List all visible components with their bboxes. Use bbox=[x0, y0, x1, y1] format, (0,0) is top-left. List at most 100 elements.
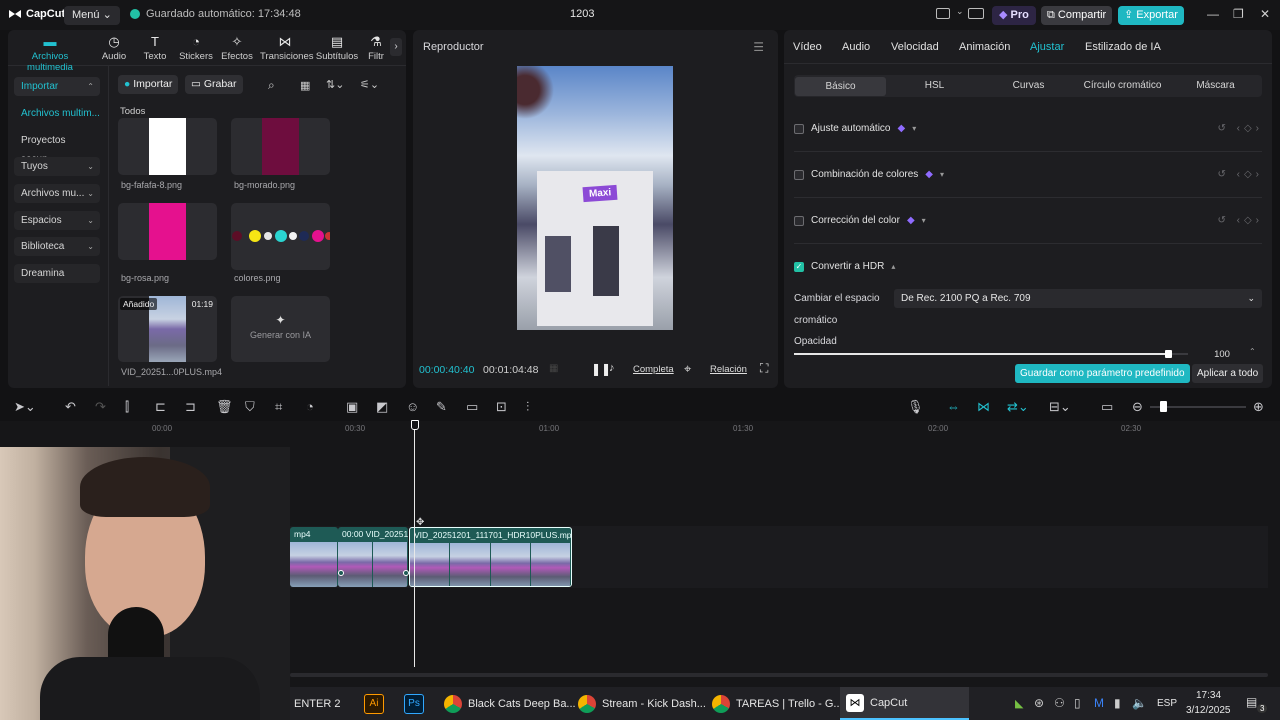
nav-spaces[interactable]: Espacios ⌄ bbox=[14, 211, 100, 230]
timeline-scrollbar[interactable] bbox=[290, 673, 1268, 677]
auto-adjust-checkbox[interactable] bbox=[794, 123, 804, 134]
notification-icon[interactable]: ▤ bbox=[1246, 695, 1257, 709]
speed-icon[interactable]: ◔ bbox=[306, 399, 314, 414]
video-clip-selected[interactable]: VID_20251201_111701_HDR10PLUS.mp4 bbox=[409, 527, 572, 587]
tab-media[interactable]: ▬ Archivos multimedia bbox=[9, 35, 91, 74]
color-space-select[interactable]: De Rec. 2100 PQ a Rec. 709 ⌄ bbox=[894, 289, 1262, 308]
media-item[interactable] bbox=[118, 118, 217, 175]
keyframe-controls[interactable]: ↺ ‹◇› bbox=[1217, 169, 1263, 180]
tab-audio-props[interactable]: Audio bbox=[842, 41, 870, 53]
tiktok-icon[interactable]: ♪ bbox=[609, 362, 615, 374]
record-button[interactable]: ▭ Grabar bbox=[185, 75, 243, 94]
import-button[interactable]: ● Importar bbox=[118, 75, 179, 94]
taskbar-photoshop[interactable]: Ps bbox=[398, 687, 430, 720]
media-item[interactable] bbox=[231, 118, 330, 175]
tray-icon-1[interactable]: ⊛ bbox=[1034, 696, 1044, 710]
tray-icon-3[interactable]: ▯ bbox=[1074, 696, 1081, 710]
video-preview[interactable]: Maxi bbox=[517, 66, 673, 330]
option-hdr[interactable]: ✓ Convertir a HDR ▴ bbox=[794, 261, 895, 272]
fit-icon[interactable]: ▭ bbox=[1101, 399, 1113, 415]
tool-icon-1[interactable]: ▣ bbox=[346, 399, 358, 415]
generate-ai-button[interactable]: ✦ Generar con IA bbox=[231, 296, 330, 362]
minimize-icon[interactable]: — bbox=[1207, 7, 1219, 21]
apply-all-button[interactable]: Aplicar a todo bbox=[1192, 364, 1264, 383]
transition-handle[interactable] bbox=[338, 570, 344, 576]
split-left-icon[interactable]: ⊏ bbox=[155, 399, 166, 415]
tab-subtitles[interactable]: ▤ Subtítulos bbox=[312, 35, 362, 63]
taskbar-chrome-2[interactable]: Stream - Kick Dash... bbox=[572, 687, 712, 720]
screenshot-icon[interactable]: ⌖ bbox=[684, 361, 691, 377]
tab-speed[interactable]: Velocidad bbox=[891, 41, 939, 53]
nav-media-files[interactable]: Archivos multim... bbox=[14, 104, 100, 123]
taskbar-illustrator[interactable]: Ai bbox=[358, 687, 390, 720]
subtab-mask[interactable]: Máscara bbox=[1170, 76, 1261, 96]
subtab-basic[interactable]: Básico bbox=[795, 77, 886, 96]
keyframe-controls[interactable]: ↺ ‹◇› bbox=[1217, 123, 1263, 134]
color-match-checkbox[interactable] bbox=[794, 169, 804, 180]
nav-library[interactable]: Biblioteca ⌄ bbox=[14, 237, 100, 256]
nav-secondary-projects[interactable]: Proyectos secun... bbox=[14, 131, 100, 165]
playhead-line[interactable] bbox=[414, 421, 415, 667]
layout-icon[interactable] bbox=[936, 8, 950, 19]
layout-dropdown-icon[interactable]: ⌄ bbox=[956, 6, 964, 17]
nav-import[interactable]: Importar ⌃ bbox=[14, 77, 100, 96]
subtab-hsl[interactable]: HSL bbox=[889, 76, 980, 96]
adjust-icon[interactable]: ⫶ bbox=[526, 399, 529, 415]
tool-icon-2[interactable]: ◩ bbox=[376, 399, 388, 415]
microphone-icon[interactable]: 🎙 bbox=[907, 399, 924, 415]
magnet-icon[interactable]: ⋈ bbox=[977, 399, 990, 415]
magic-icon[interactable]: ✎ bbox=[436, 399, 447, 415]
taskbar-chrome-3[interactable]: TAREAS | Trello - G... bbox=[706, 687, 849, 720]
project-title[interactable]: 1203 bbox=[570, 8, 594, 20]
split-icon[interactable]: ⫿ bbox=[125, 399, 129, 415]
subtab-curves[interactable]: Curvas bbox=[983, 76, 1074, 96]
select-cursor-icon[interactable]: ➤⌄ bbox=[14, 399, 36, 415]
preview-axis-icon[interactable]: ⊟⌄ bbox=[1049, 399, 1071, 415]
option-color-correction[interactable]: Corrección del color ◆ ▾ bbox=[794, 215, 926, 226]
keyframe-controls[interactable]: ↺ ‹◇› bbox=[1217, 215, 1263, 226]
mark-icon[interactable]: ⛉ bbox=[245, 399, 255, 415]
person-icon[interactable]: ☺ bbox=[406, 399, 419, 414]
delete-icon[interactable]: 🗑 bbox=[216, 399, 233, 415]
link-main-track-icon[interactable]: ⇔ bbox=[947, 399, 960, 414]
nav-dreamina[interactable]: Dreamina bbox=[14, 264, 100, 283]
opacity-slider[interactable] bbox=[794, 353, 1188, 355]
tab-transitions[interactable]: ⋈ Transiciones bbox=[260, 35, 314, 63]
video-clip[interactable]: mp4 bbox=[290, 527, 338, 587]
playhead-handle[interactable] bbox=[411, 420, 419, 430]
tab-ai-stylize[interactable]: Estilizado de IA bbox=[1085, 41, 1161, 53]
restore-icon[interactable]: ❐ bbox=[1233, 7, 1244, 21]
opacity-value[interactable]: 100 bbox=[1200, 347, 1244, 360]
export-button[interactable]: ⇪ Exportar bbox=[1118, 6, 1184, 25]
option-auto-adjust[interactable]: Ajuste automático ◆ ▾ bbox=[794, 123, 916, 134]
taskbar-chrome-1[interactable]: Black Cats Deep Ba... bbox=[438, 687, 582, 720]
taskbar-item[interactable]: ENTER 2 bbox=[288, 687, 346, 720]
subtab-color-wheel[interactable]: Círculo cromático bbox=[1075, 76, 1170, 96]
hdr-checkbox-checked-icon[interactable]: ✓ bbox=[794, 261, 804, 272]
tab-effects[interactable]: ✧ Efectos bbox=[212, 35, 262, 63]
nvidia-icon[interactable]: ◣ bbox=[1015, 697, 1023, 710]
volume-icon[interactable]: 🔈 bbox=[1132, 696, 1147, 710]
media-item[interactable] bbox=[231, 203, 330, 270]
filter-icon[interactable]: ⚟⌄ bbox=[360, 78, 379, 91]
zoom-out-icon[interactable]: ⊖ bbox=[1132, 399, 1143, 415]
nav-yours[interactable]: Tuyos ⌄ bbox=[14, 157, 100, 176]
option-color-match[interactable]: Combinación de colores ◆ ▾ bbox=[794, 169, 944, 180]
stepper-icon[interactable]: ⌃ bbox=[1249, 347, 1256, 356]
shortcut-keyboard-icon[interactable] bbox=[968, 8, 984, 19]
battery-icon[interactable]: ▮ bbox=[1114, 696, 1121, 710]
clock-date[interactable]: 3/12/2025 bbox=[1186, 705, 1231, 716]
hd-icon[interactable]: ▭ bbox=[466, 399, 478, 415]
media-item[interactable] bbox=[118, 203, 217, 260]
fullscreen-icon[interactable]: ⛶ bbox=[760, 361, 768, 376]
full-quality-button[interactable]: Completa bbox=[633, 364, 674, 375]
menu-button[interactable]: Menú ⌄ bbox=[64, 6, 120, 25]
video-clip[interactable]: 00:00 VID_20251201_11 bbox=[338, 527, 408, 587]
search-icon[interactable]: ⌕ bbox=[268, 78, 275, 93]
player-menu-icon[interactable]: ☰ bbox=[753, 40, 764, 54]
tab-adjust[interactable]: Ajustar bbox=[1030, 41, 1064, 53]
zoom-slider-handle[interactable] bbox=[1160, 401, 1167, 412]
taskbar-capcut[interactable]: ⋈ CapCut bbox=[840, 687, 969, 720]
crop-icon[interactable]: ⌗ bbox=[275, 399, 282, 415]
split-right-icon[interactable]: ⊐ bbox=[185, 399, 196, 415]
